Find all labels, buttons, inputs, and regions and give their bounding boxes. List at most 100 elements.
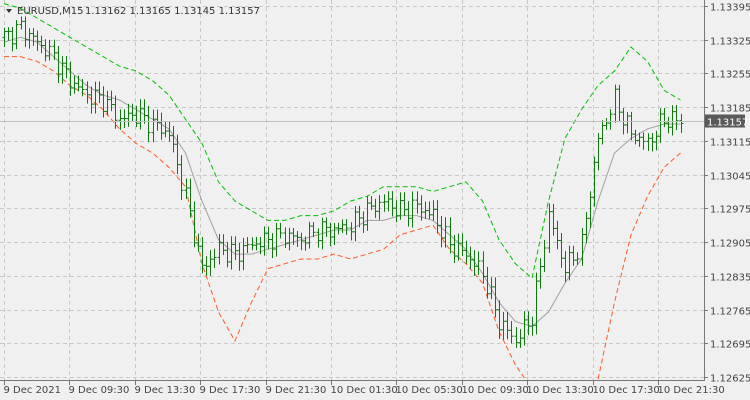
price-bar [89,86,94,114]
price-bar [6,27,11,41]
y-tick-label: 1.12625 [710,374,750,385]
price-bar [287,227,292,251]
price-bar [596,132,601,171]
lower-band-line [4,56,526,380]
price-bar [394,200,399,223]
price-bar [530,316,535,336]
price-bar [278,222,283,239]
price-bar [72,75,77,94]
x-tick-label: 10 Dec 13:30 [527,385,594,396]
price-bar [188,178,193,218]
price-bar [650,133,655,152]
ohlc-values: 1.13162 1.13165 1.13145 1.13157 [85,6,260,17]
price-bars [2,16,684,348]
price-bar [402,192,407,216]
price-bar [390,191,395,217]
lower-band-line [597,152,681,380]
price-bar [538,258,543,289]
price-bar [522,311,527,346]
price-bar [23,16,28,48]
price-bar [423,201,428,219]
price-bar [670,105,675,136]
price-bar [617,84,622,122]
price-bar [47,39,52,61]
y-tick-label: 1.12975 [710,205,750,216]
price-bar [431,200,436,221]
price-bar [415,191,420,214]
price-bar [155,109,160,131]
price-bar [505,312,510,340]
price-bar [361,211,366,233]
price-bar [307,221,312,249]
price-bar [113,95,118,129]
price-bar [481,251,486,284]
price-chart[interactable]: 1.13395 1.13325 1.13255 1.13185 1.13115 1.130… [0,0,750,400]
price-bar [534,272,539,335]
y-tick-label: 1.13185 [710,104,750,115]
price-bar [105,90,110,116]
price-bar [179,155,184,200]
price-bar [151,109,156,143]
price-bar [184,178,189,199]
current-price-label: 1.13157 [707,118,748,129]
price-bar [316,228,321,248]
current-price-tag: 1.13157 [705,114,748,129]
price-bar [274,222,279,257]
price-bar [435,200,440,234]
price-bar [299,232,304,251]
price-bar [514,327,519,348]
price-bar [509,321,514,344]
x-tick-label: 10 Dec 05:30 [396,385,463,396]
price-bar [175,134,180,175]
price-bar [266,226,271,250]
price-bar [118,109,123,130]
price-bar [31,28,36,46]
price-bar [493,277,498,318]
price-bar [311,222,316,237]
price-bar [629,111,634,141]
price-bar [138,99,143,130]
price-bar [369,196,374,211]
price-bar [406,201,411,227]
price-bar [382,194,387,212]
y-tick-label: 1.13255 [710,70,750,81]
price-bar [377,195,382,220]
price-bar [613,84,618,123]
price-bar [497,300,502,339]
y-tick-label: 1.13045 [710,172,750,183]
price-bar [340,219,345,233]
price-bar [101,86,106,118]
price-bar [344,219,349,235]
price-bar [14,19,19,50]
y-tick-label: 1.13325 [710,37,750,48]
price-bar [208,250,213,276]
price-bar [456,233,461,261]
price-bar [159,112,164,140]
dropdown-triangle-icon[interactable] [6,9,12,13]
price-bar [262,226,267,256]
price-bar [608,109,613,130]
symbol-label: EURUSD,M15 [17,6,83,17]
price-bar [641,132,646,150]
price-bar [254,236,259,251]
price-bar [600,120,605,145]
price-bar [542,239,547,272]
price-bar [559,233,564,268]
x-tick-label: 10 Dec 01:30 [331,385,398,396]
price-bar [518,329,523,348]
price-bar [27,28,32,49]
y-tick-label: 1.12835 [710,273,750,284]
price-bar [324,217,329,237]
price-bar [485,266,490,299]
price-bar [142,99,147,124]
price-bar [571,245,576,266]
price-bar [163,121,168,138]
price-bar [212,248,217,269]
price-bar [476,251,481,276]
price-bar [555,220,560,250]
price-bar [336,222,341,235]
price-bar [2,27,7,47]
price-bar [109,90,114,112]
price-bar [654,130,659,151]
price-bar [122,109,127,129]
